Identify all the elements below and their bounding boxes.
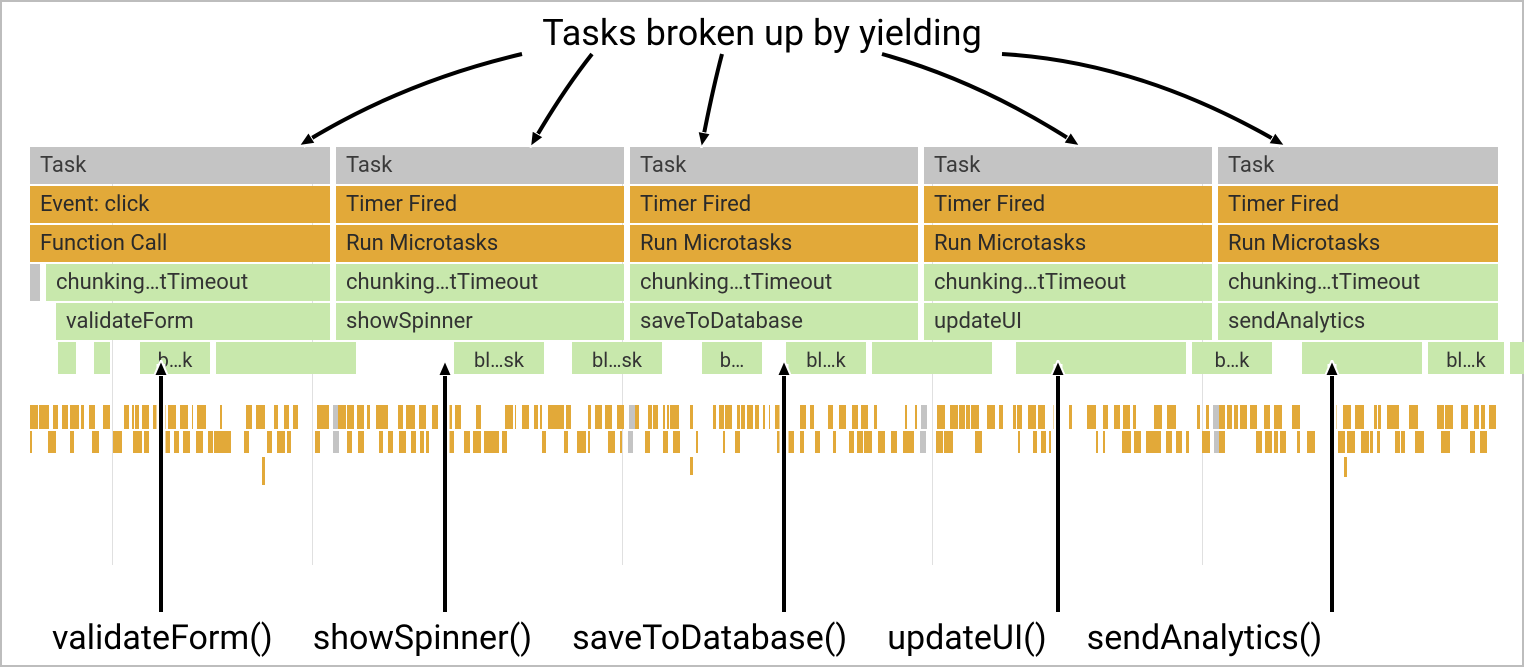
fn-cell: sendAnalytics	[1218, 303, 1498, 340]
diagram-frame: Tasks broken up by yielding Task Task Ta…	[0, 0, 1524, 667]
chunk-cell: chunking…tTimeout	[630, 264, 918, 301]
row-blocks: b…k bl…sk bl…sk b… bl…k b…k bl…k b…	[30, 342, 1498, 374]
top-arrow-2	[532, 54, 592, 144]
event-cell: Timer Fired	[1218, 186, 1498, 223]
row-task: Task Task Task Task Task	[30, 147, 1498, 184]
task-cell: Task	[630, 147, 918, 184]
fn-cell: showSpinner	[336, 303, 624, 340]
micro-cell: Run Microtasks	[924, 225, 1212, 262]
fn-cell: saveToDatabase	[630, 303, 918, 340]
bottom-label-updateui: updateUI()	[877, 618, 1056, 658]
block-cell: bl…sk	[572, 342, 662, 374]
flame-chart: Task Task Task Task Task Event: click Ti…	[30, 147, 1498, 374]
row-microtasks: Function Call Run Microtasks Run Microta…	[30, 225, 1498, 262]
top-arrow-4	[882, 54, 1077, 144]
block-cell: bl…sk	[454, 342, 544, 374]
fn-cell: updateUI	[924, 303, 1212, 340]
activity-barcode	[30, 405, 1498, 503]
block-cell: bl…k	[1428, 342, 1504, 374]
task-cell: Task	[30, 147, 330, 184]
task-cell: Task	[1218, 147, 1498, 184]
chunk-cell: chunking…tTimeout	[46, 264, 330, 301]
bottom-label-validateform: validateForm()	[42, 618, 283, 658]
block-cell: b…	[702, 342, 762, 374]
block-cell: b…k	[140, 342, 210, 374]
task-cell: Task	[336, 147, 624, 184]
chunk-cell: chunking…tTimeout	[924, 264, 1212, 301]
bottom-labels: validateForm() showSpinner() saveToDatab…	[2, 618, 1522, 658]
event-cell: Timer Fired	[336, 186, 624, 223]
block-cell: b…k	[1192, 342, 1272, 374]
chunk-cell: chunking…tTimeout	[1218, 264, 1498, 301]
fn-cell: validateForm	[56, 303, 330, 340]
micro-cell: Run Microtasks	[1218, 225, 1498, 262]
micro-cell: Run Microtasks	[336, 225, 624, 262]
bottom-label-showspinner: showSpinner()	[303, 618, 542, 658]
block-cell: bl…k	[786, 342, 866, 374]
top-arrow-1	[302, 54, 522, 144]
micro-cell: Run Microtasks	[630, 225, 918, 262]
row-event: Event: click Timer Fired Timer Fired Tim…	[30, 186, 1498, 223]
bottom-label-savetodatabase: saveToDatabase()	[562, 618, 857, 658]
event-cell: Timer Fired	[924, 186, 1212, 223]
row-chunking: chunking…tTimeout chunking…tTimeout chun…	[30, 264, 1498, 301]
diagram-title: Tasks broken up by yielding	[2, 12, 1522, 54]
chunk-cell: chunking…tTimeout	[336, 264, 624, 301]
task-cell: Task	[924, 147, 1212, 184]
event-cell: Timer Fired	[630, 186, 918, 223]
bottom-label-sendanalytics: sendAnalytics()	[1077, 618, 1333, 658]
top-arrow-5	[1002, 54, 1282, 144]
event-cell: Event: click	[30, 186, 330, 223]
row-functions: validateForm showSpinner saveToDatabase …	[30, 303, 1498, 340]
top-arrow-3	[702, 54, 722, 144]
micro-cell: Function Call	[30, 225, 330, 262]
